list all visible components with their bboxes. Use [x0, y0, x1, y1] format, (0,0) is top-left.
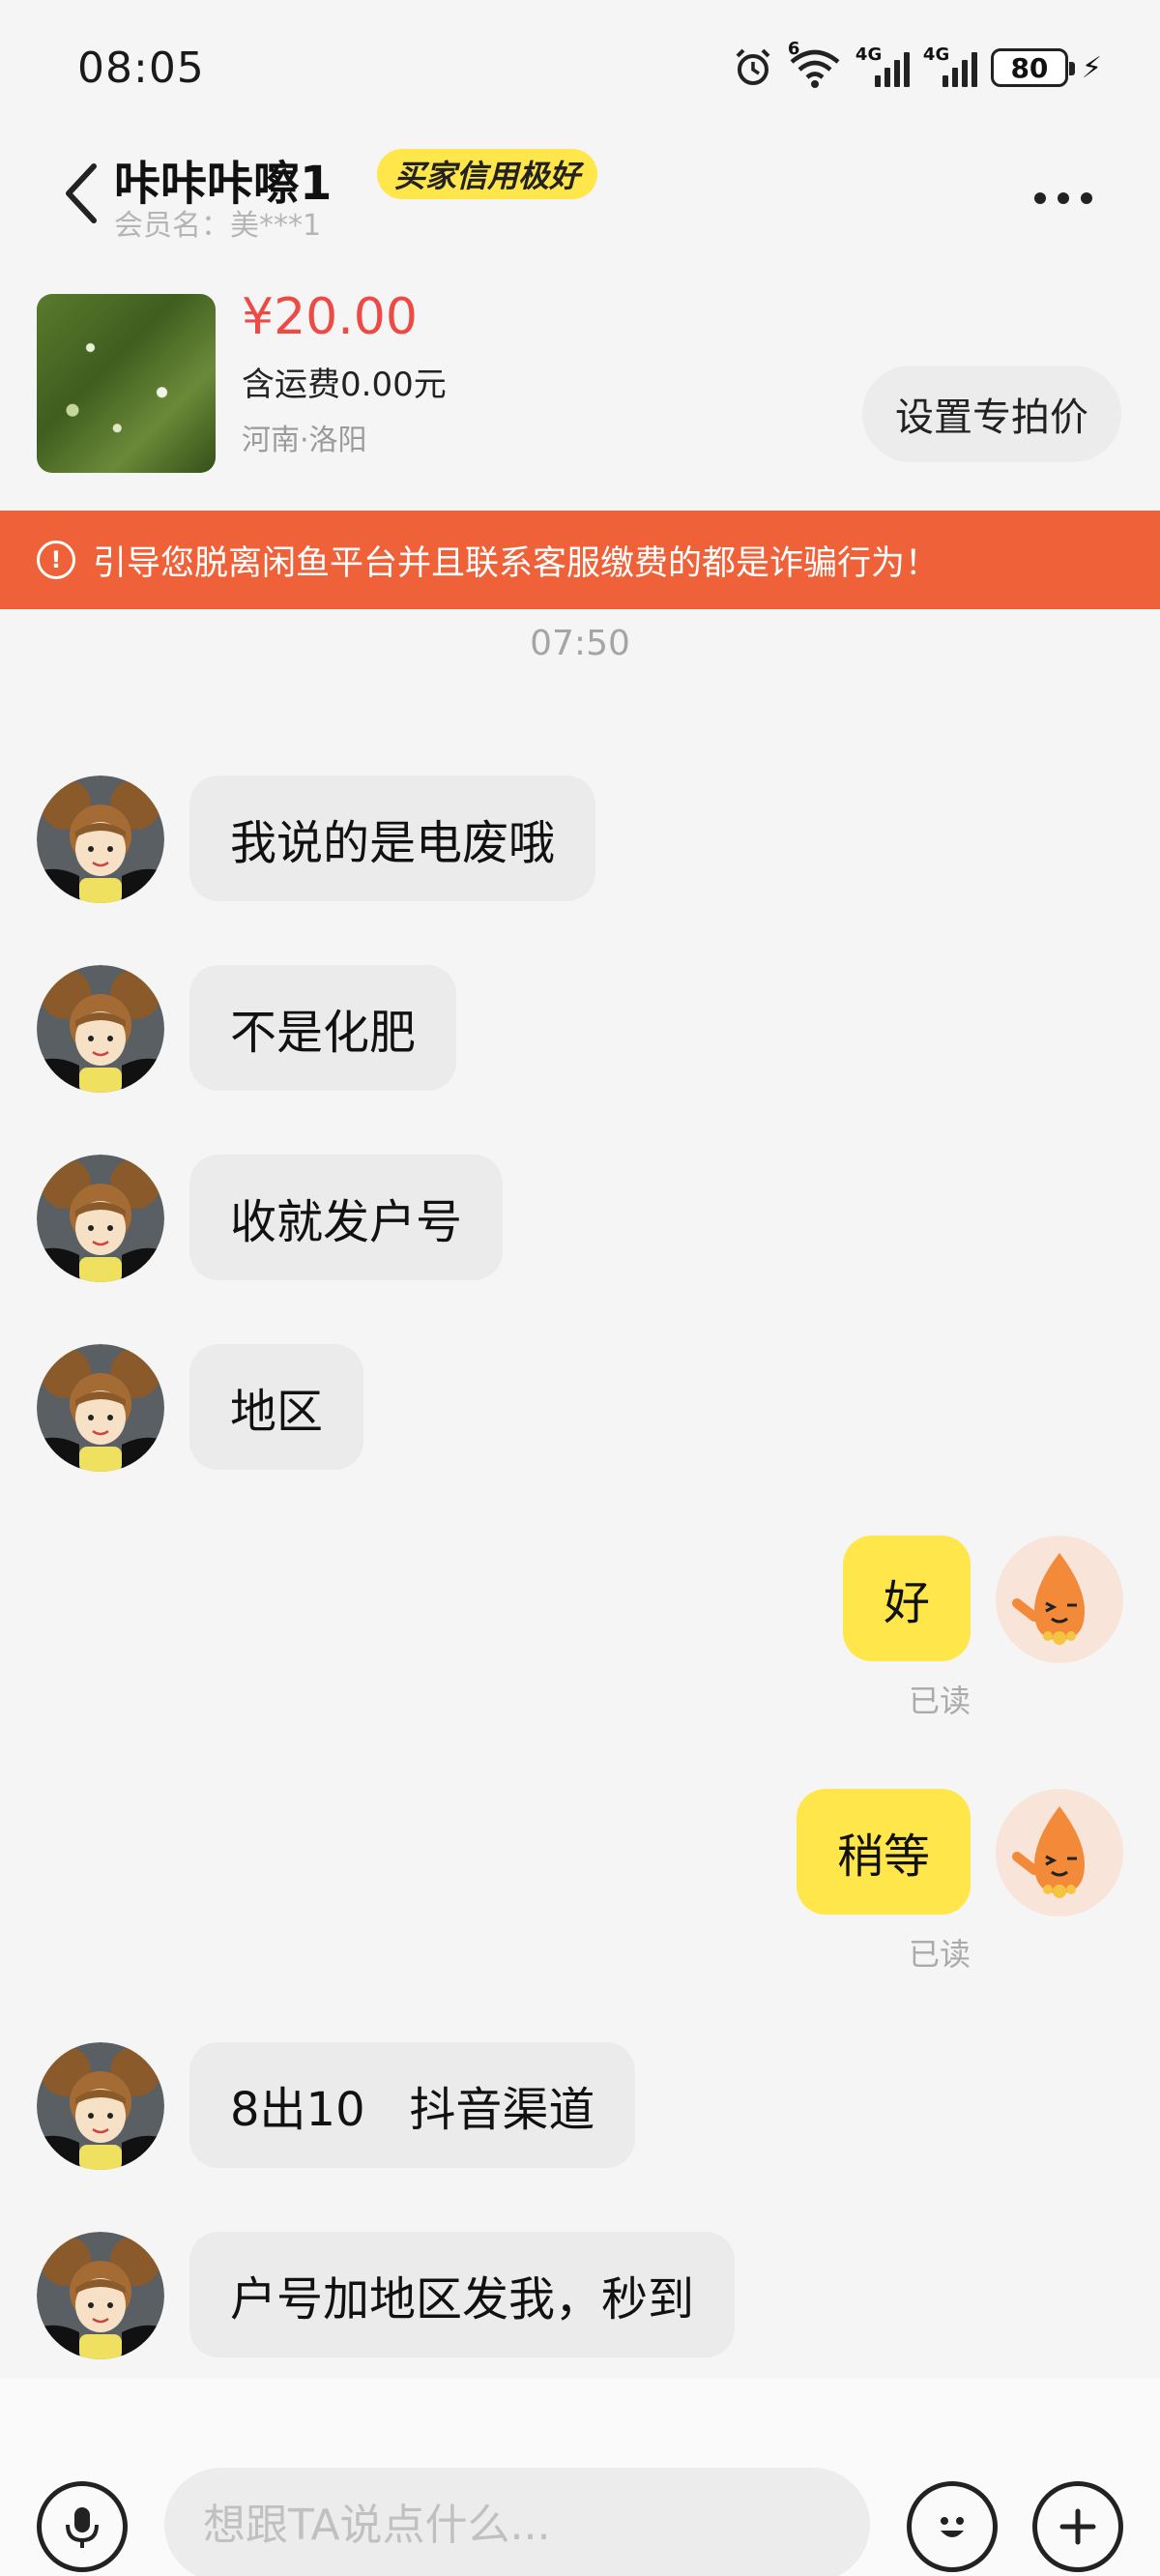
message-bubble[interactable]: 不是化肥	[189, 965, 457, 1091]
product-image[interactable]	[37, 294, 216, 473]
signal-icon-1: 4G	[856, 44, 910, 87]
battery-icon: 80	[990, 48, 1075, 87]
microphone-icon[interactable]	[37, 2481, 128, 2572]
message-row: 稍等已读	[0, 1789, 1160, 1982]
back-arrow-icon[interactable]	[53, 155, 111, 232]
message-row: 地区	[0, 1344, 1160, 1537]
wifi-icon: 6	[788, 39, 842, 89]
warning-text: 引导您脱离闲鱼平台并且联系客服缴费的都是诈骗行为！	[93, 543, 940, 583]
product-price: ¥20.00	[242, 288, 418, 346]
status-time: 08:05	[77, 43, 205, 93]
network-type-2: 4G	[922, 44, 950, 65]
charging-icon: ⚡	[1081, 50, 1102, 85]
message-bubble[interactable]: 好	[842, 1536, 971, 1661]
contact-avatar[interactable]	[37, 2232, 164, 2359]
my-avatar[interactable]	[996, 1536, 1123, 1663]
message-input[interactable]	[164, 2468, 870, 2576]
contact-avatar[interactable]	[37, 965, 164, 1093]
contact-avatar[interactable]	[37, 1344, 164, 1472]
message-bubble[interactable]: 地区	[189, 1344, 364, 1470]
signal-icon-2: 4G	[923, 44, 977, 87]
product-shipping: 含运费0.00元	[242, 366, 447, 404]
message-bubble[interactable]: 收就发户号	[189, 1155, 504, 1280]
credit-badge[interactable]: 买家信用极好	[377, 149, 598, 199]
product-location: 河南·洛阳	[242, 424, 367, 457]
message-bubble[interactable]: 户号加地区发我，秒到	[189, 2232, 736, 2357]
message-bubble[interactable]: 稍等	[796, 1789, 971, 1915]
message-row: 我说的是电废哦	[0, 776, 1160, 969]
status-icons: 6 4G 4G 80 ⚡	[732, 39, 1102, 89]
wifi-badge: 6	[787, 39, 800, 59]
my-avatar[interactable]	[996, 1789, 1123, 1917]
network-type-1: 4G	[855, 44, 883, 65]
contact-avatar[interactable]	[37, 2042, 164, 2170]
status-bar: 08:05 6 4G 4G 80 ⚡	[0, 0, 1160, 135]
chat-timestamp: 07:50	[530, 624, 630, 663]
read-status: 已读	[908, 1936, 971, 1973]
fraud-warning-banner[interactable]: ! 引导您脱离闲鱼平台并且联系客服缴费的都是诈骗行为！	[0, 511, 1160, 609]
message-row: 不是化肥	[0, 965, 1160, 1158]
product-card[interactable]: ¥20.00 含运费0.00元 河南·洛阳 设置专拍价	[0, 280, 1160, 508]
input-bar	[0, 2379, 1160, 2576]
message-row: 好已读	[0, 1536, 1160, 1729]
set-special-price-button[interactable]: 设置专拍价	[862, 366, 1121, 462]
battery-level: 80	[1010, 51, 1049, 84]
message-bubble[interactable]: 8出10 抖音渠道	[189, 2042, 636, 2168]
message-row: 8出10 抖音渠道	[0, 2042, 1160, 2236]
warning-circle-icon: !	[37, 541, 75, 579]
emoji-icon[interactable]	[907, 2481, 998, 2572]
message-row: 收就发户号	[0, 1155, 1160, 1348]
contact-avatar[interactable]	[37, 776, 164, 903]
contact-avatar[interactable]	[37, 1155, 164, 1282]
chat-header: 咔咔咔嚓1 买家信用极好 会员名：美***1	[0, 135, 1160, 261]
read-status: 已读	[908, 1683, 971, 1719]
member-name: 会员名：美***1	[114, 209, 322, 243]
alarm-icon	[736, 48, 770, 85]
message-bubble[interactable]: 我说的是电废哦	[189, 776, 596, 901]
more-dots-icon[interactable]	[1025, 179, 1102, 218]
plus-icon[interactable]	[1032, 2481, 1123, 2572]
